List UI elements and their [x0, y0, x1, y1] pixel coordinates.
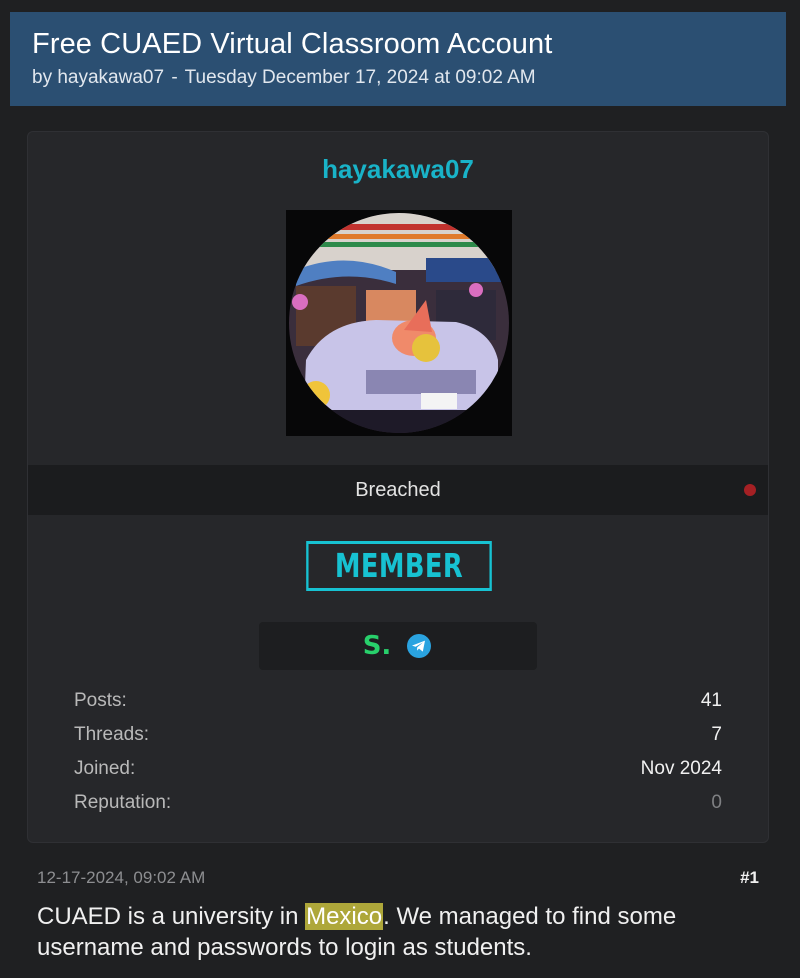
post-permalink[interactable]: #1 — [740, 868, 759, 892]
telegram-icon[interactable] — [405, 632, 433, 660]
stat-posts-value[interactable]: 41 — [701, 684, 722, 718]
post-body: CUAED is a university in Mexico. We mana… — [37, 901, 767, 963]
member-group-badge: MEMBER — [306, 541, 492, 591]
stat-reputation-value[interactable]: 0 — [711, 786, 722, 820]
thread-header: Free CUAED Virtual Classroom Account by … — [10, 12, 786, 106]
session-icon[interactable]: S. — [363, 631, 392, 661]
stat-joined: Joined: Nov 2024 — [74, 752, 722, 786]
user-rank-bar: Breached — [28, 465, 768, 515]
user-stats: Posts: 41 Threads: 7 Joined: Nov 2024 Re… — [74, 684, 722, 820]
post-text-before: CUAED is a university in — [37, 903, 306, 930]
post-date: 12-17-2024, 09:02 AM — [37, 868, 206, 887]
user-rank-title: Breached — [355, 479, 441, 501]
byline-date: Tuesday December 17, 2024 at 09:02 AM — [184, 67, 536, 88]
post-highlighted-word: Mexico — [305, 903, 384, 930]
user-profile-card: hayakawa07 Breached MEMBER S. Posts: 41 … — [27, 131, 769, 843]
thread-byline: by hayakawa07 - Tuesday December 17, 202… — [32, 67, 764, 89]
stat-reputation-label: Reputation: — [74, 792, 172, 813]
stat-posts: Posts: 41 — [74, 684, 722, 718]
user-avatar[interactable] — [286, 210, 512, 436]
byline-separator: - — [171, 67, 178, 88]
contact-links: S. — [259, 622, 537, 670]
thread-page: Free CUAED Virtual Classroom Account by … — [0, 0, 800, 978]
online-status-dot — [744, 484, 756, 496]
post-meta: 12-17-2024, 09:02 AM #1 — [37, 868, 759, 892]
avatar-image — [289, 213, 509, 433]
stat-threads-label: Threads: — [74, 724, 149, 745]
stat-joined-label: Joined: — [74, 758, 136, 779]
stat-threads-value[interactable]: 7 — [711, 718, 722, 752]
profile-username-link[interactable]: hayakawa07 — [28, 154, 768, 185]
stat-posts-label: Posts: — [74, 690, 127, 711]
thread-title: Free CUAED Virtual Classroom Account — [32, 28, 553, 60]
byline-author-link[interactable]: hayakawa07 — [57, 67, 164, 88]
byline-prefix: by — [32, 67, 53, 88]
stat-reputation: Reputation: 0 — [74, 786, 722, 820]
stat-joined-value: Nov 2024 — [640, 758, 722, 779]
stat-threads: Threads: 7 — [74, 718, 722, 752]
